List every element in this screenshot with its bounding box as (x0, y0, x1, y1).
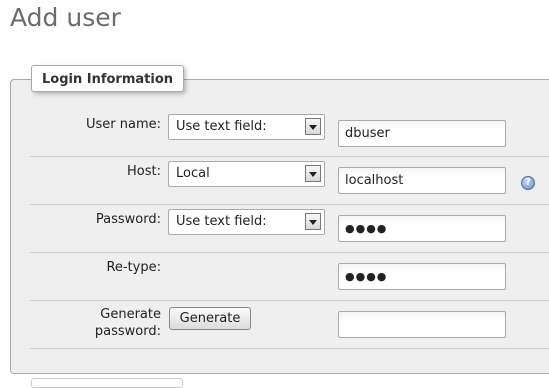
page-title: Add user (10, 3, 121, 32)
row-divider (30, 348, 549, 349)
generated-password-input[interactable] (338, 311, 506, 338)
password-label: Password: (95, 212, 161, 227)
row-divider (30, 300, 549, 301)
password-type-select-value: Use text field: (176, 214, 267, 229)
fieldset-legend: Login Information (31, 65, 185, 92)
generate-password-label-line2: password: (94, 324, 161, 339)
host-type-select[interactable]: Local (168, 161, 325, 187)
generate-password-label-line1: Generate (100, 307, 161, 322)
host-label: Host: (127, 164, 161, 179)
generate-button[interactable]: Generate (169, 307, 251, 330)
username-type-select[interactable]: Use text field: (168, 114, 325, 140)
chevron-down-icon[interactable] (305, 118, 321, 135)
username-label: User name: (85, 117, 161, 132)
chevron-down-icon[interactable] (305, 213, 321, 230)
username-type-select-value: Use text field: (176, 119, 267, 134)
next-fieldset-legend-edge (31, 378, 183, 388)
row-divider (30, 252, 549, 253)
password-type-select[interactable]: Use text field: (168, 209, 325, 235)
host-input[interactable]: localhost (338, 167, 506, 194)
help-icon[interactable]: ? (521, 176, 535, 190)
chevron-down-icon[interactable] (305, 165, 321, 182)
host-type-select-value: Local (176, 166, 210, 181)
row-divider (30, 204, 549, 205)
password-input[interactable]: ●●●● (338, 215, 506, 242)
retype-password-input[interactable]: ●●●● (338, 263, 506, 290)
username-input[interactable]: dbuser (338, 120, 506, 147)
row-divider (30, 156, 549, 157)
retype-label: Re-type: (106, 260, 161, 275)
